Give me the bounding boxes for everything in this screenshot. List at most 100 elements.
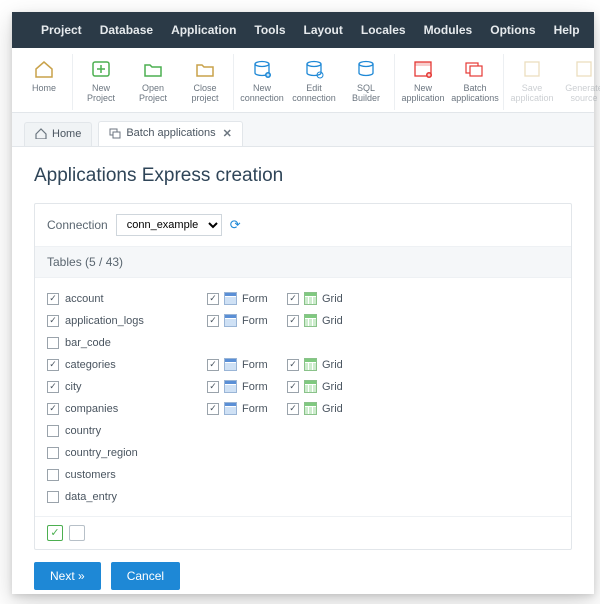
table-name: customers — [65, 469, 116, 481]
form-checkbox[interactable] — [207, 403, 219, 415]
grid-icon — [304, 380, 317, 393]
table-name: data_entry — [65, 491, 117, 503]
menu-project[interactable]: Project — [32, 23, 91, 37]
tab-home-label: Home — [52, 128, 81, 140]
grid-label: Grid — [322, 381, 343, 393]
grid-icon — [304, 358, 317, 371]
grid-checkbox[interactable] — [287, 403, 299, 415]
tab-home[interactable]: Home — [24, 122, 92, 146]
close-icon[interactable]: ✕ — [223, 127, 232, 140]
grid-label: Grid — [322, 315, 343, 327]
menubar: ProjectDatabaseApplicationToolsLayoutLoc… — [12, 12, 594, 48]
table-row: account Form Grid — [47, 288, 559, 310]
connection-label: Connection — [47, 218, 108, 232]
table-name: bar_code — [65, 337, 111, 349]
table-name: categories — [65, 359, 116, 371]
table-row: categories Form Grid — [47, 354, 559, 376]
form-checkbox[interactable] — [207, 293, 219, 305]
grid-label: Grid — [322, 293, 343, 305]
create-panel: Connection conn_example ⟳ Tables (5 / 43… — [34, 203, 572, 550]
table-row: country_region — [47, 442, 559, 464]
home-icon — [35, 128, 47, 139]
close-project-button[interactable]: Close project — [179, 54, 231, 110]
new-application-button[interactable]: New application — [397, 54, 449, 110]
menu-tools[interactable]: Tools — [245, 23, 294, 37]
tab-bar: Home Batch applications ✕ — [12, 113, 594, 147]
grid-label: Grid — [322, 403, 343, 415]
menu-layout[interactable]: Layout — [295, 23, 352, 37]
menu-help[interactable]: Help — [545, 23, 589, 37]
generate-source-button: Generate source — [558, 54, 600, 110]
edit-connection-button[interactable]: Edit connection — [288, 54, 340, 110]
batch-applications-button[interactable]: Batch applications — [449, 54, 501, 110]
new-connection-button[interactable]: New connection — [236, 54, 288, 110]
grid-label: Grid — [322, 359, 343, 371]
table-checkbox[interactable] — [47, 315, 59, 327]
menu-locales[interactable]: Locales — [352, 23, 415, 37]
grid-checkbox[interactable] — [287, 359, 299, 371]
new-project-button[interactable]: New Project — [75, 54, 127, 110]
connection-select[interactable]: conn_example — [116, 214, 222, 236]
table-checkbox[interactable] — [47, 381, 59, 393]
refresh-icon[interactable]: ⟳ — [230, 217, 241, 233]
form-checkbox[interactable] — [207, 381, 219, 393]
form-checkbox[interactable] — [207, 315, 219, 327]
table-checkbox[interactable] — [47, 403, 59, 415]
select-all-button[interactable]: ✓ — [47, 525, 63, 541]
tab-batch-label: Batch applications — [126, 127, 215, 139]
select-all-row: ✓ — [35, 516, 571, 549]
table-checkbox[interactable] — [47, 359, 59, 371]
table-name: country_region — [65, 447, 138, 459]
grid-checkbox[interactable] — [287, 293, 299, 305]
form-icon — [224, 314, 237, 327]
menu-modules[interactable]: Modules — [415, 23, 482, 37]
grid-icon — [304, 314, 317, 327]
cancel-button[interactable]: Cancel — [111, 562, 180, 590]
form-icon — [224, 292, 237, 305]
table-row: customers — [47, 464, 559, 486]
grid-icon — [304, 292, 317, 305]
table-checkbox[interactable] — [47, 293, 59, 305]
table-name: city — [65, 381, 82, 393]
table-checkbox[interactable] — [47, 337, 59, 349]
grid-icon — [304, 402, 317, 415]
tables-header: Tables (5 / 43) — [35, 247, 571, 278]
table-name: country — [65, 425, 101, 437]
table-row: data_entry — [47, 486, 559, 508]
menu-application[interactable]: Application — [162, 23, 245, 37]
table-checkbox[interactable] — [47, 425, 59, 437]
open-project-button[interactable]: Open Project — [127, 54, 179, 110]
grid-checkbox[interactable] — [287, 381, 299, 393]
table-row: companies Form Grid — [47, 398, 559, 420]
table-row: city Form Grid — [47, 376, 559, 398]
deselect-all-button[interactable] — [69, 525, 85, 541]
page-title: Applications Express creation — [34, 165, 572, 187]
menu-database[interactable]: Database — [91, 23, 162, 37]
table-checkbox[interactable] — [47, 447, 59, 459]
form-label: Form — [242, 403, 268, 415]
sql-builder-button[interactable]: SQL Builder — [340, 54, 392, 110]
table-name: account — [65, 293, 104, 305]
toolbar: Home New Project Open Project Close proj… — [12, 48, 594, 113]
save-application-button: Save application — [506, 54, 558, 110]
grid-checkbox[interactable] — [287, 315, 299, 327]
table-row: bar_code — [47, 332, 559, 354]
table-row: country — [47, 420, 559, 442]
menu-options[interactable]: Options — [481, 23, 544, 37]
table-name: application_logs — [65, 315, 144, 327]
tab-batch-applications[interactable]: Batch applications ✕ — [98, 121, 243, 146]
form-label: Form — [242, 293, 268, 305]
table-row: application_logs Form Grid — [47, 310, 559, 332]
form-icon — [224, 402, 237, 415]
form-label: Form — [242, 315, 268, 327]
home-button[interactable]: Home — [18, 54, 70, 110]
table-name: companies — [65, 403, 118, 415]
table-checkbox[interactable] — [47, 469, 59, 481]
next-button[interactable]: Next » — [34, 562, 101, 590]
table-checkbox[interactable] — [47, 491, 59, 503]
form-checkbox[interactable] — [207, 359, 219, 371]
form-icon — [224, 358, 237, 371]
form-label: Form — [242, 381, 268, 393]
table-list: account Form Grid application_logs Form Grid b… — [35, 278, 571, 516]
form-label: Form — [242, 359, 268, 371]
